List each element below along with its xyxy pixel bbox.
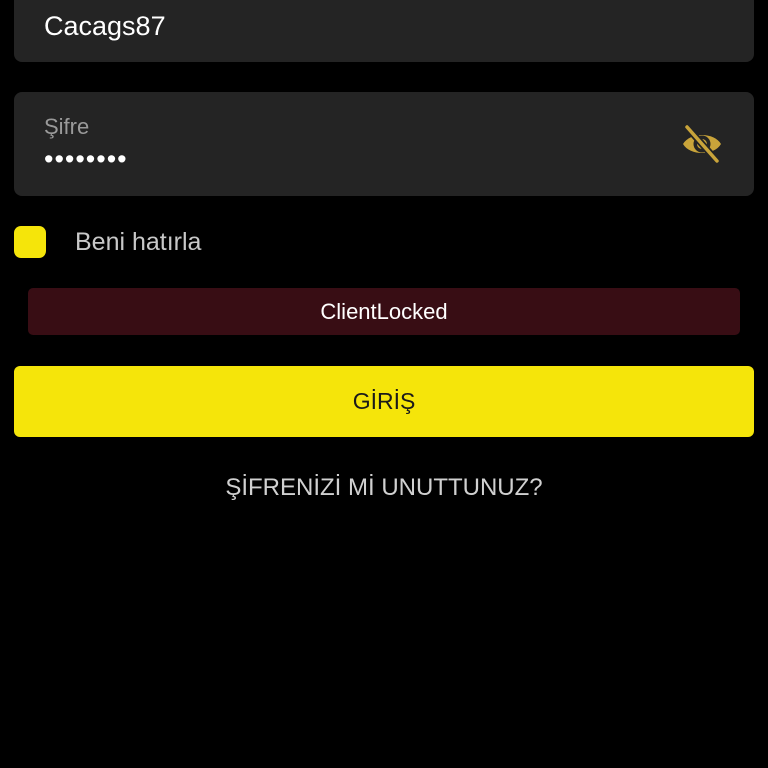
eye-slash-icon[interactable]: [680, 122, 724, 166]
login-button[interactable]: GİRİŞ: [14, 366, 754, 437]
remember-me-row: Beni hatırla: [14, 226, 201, 258]
username-field[interactable]: Cacags87: [14, 0, 754, 62]
password-field[interactable]: Şifre ••••••••: [14, 92, 754, 196]
remember-me-label[interactable]: Beni hatırla: [75, 228, 201, 257]
password-label: Şifre: [44, 114, 90, 139]
forgot-password-link[interactable]: ŞİFRENİZİ Mİ UNUTTUNUZ?: [0, 474, 768, 502]
error-banner: ClientLocked: [28, 288, 740, 335]
password-value[interactable]: ••••••••: [44, 144, 128, 175]
remember-me-checkbox[interactable]: [14, 226, 46, 258]
username-value[interactable]: Cacags87: [44, 11, 166, 42]
